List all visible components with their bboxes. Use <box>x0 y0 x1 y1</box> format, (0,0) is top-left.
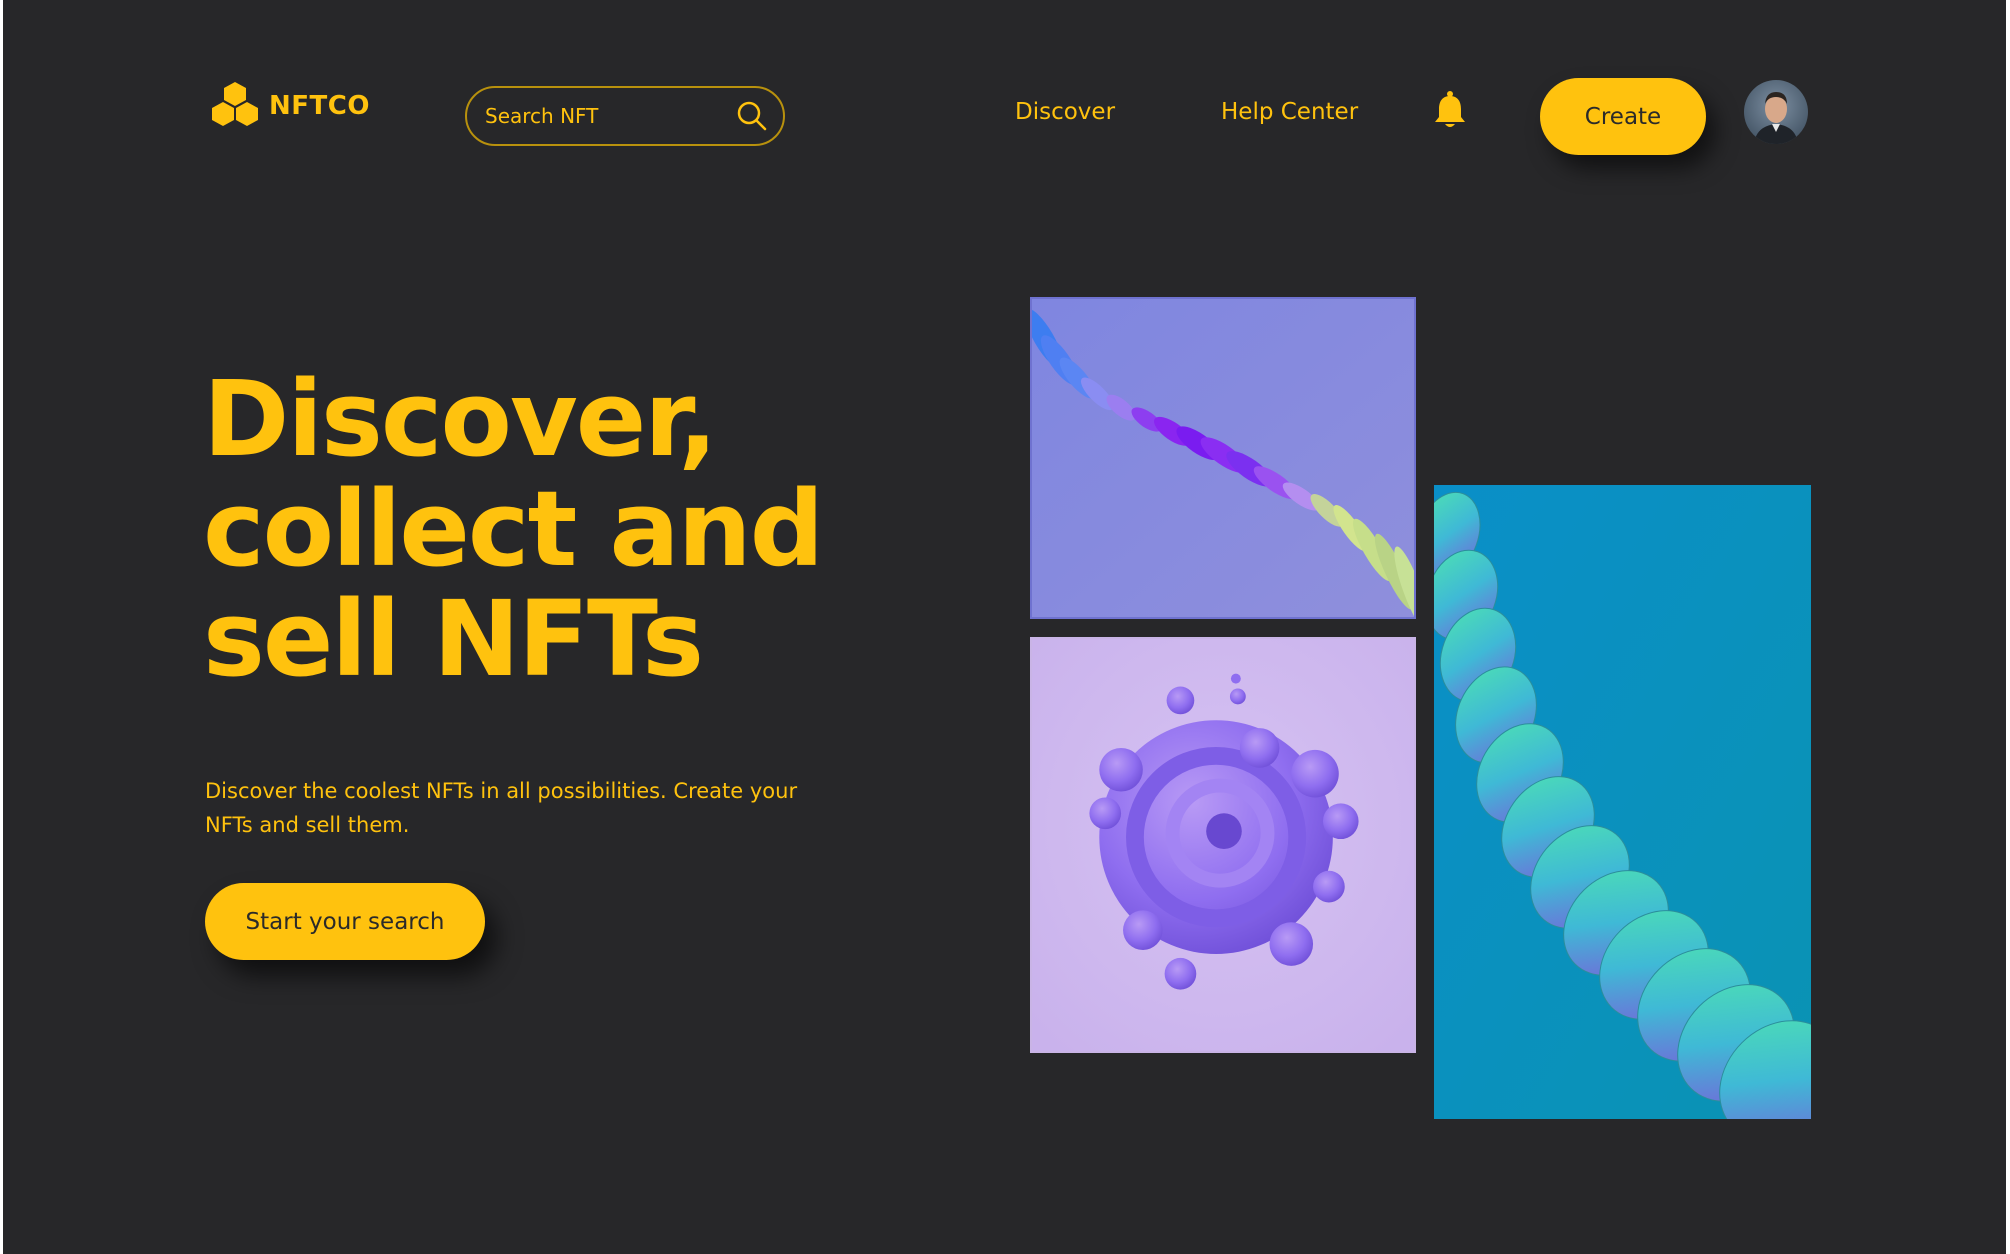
hero-description: Discover the coolest NFTs in all possibi… <box>205 779 798 837</box>
bell-icon[interactable] <box>1432 90 1468 130</box>
purple-spiral-ribbon-art[interactable] <box>1030 297 1416 619</box>
user-avatar[interactable] <box>1744 80 1808 144</box>
violet-bubble-swirl-art[interactable] <box>1030 637 1416 1053</box>
page: NFTCO Discover Help Center Create Discov… <box>3 0 2006 1254</box>
search-input[interactable] <box>485 104 735 128</box>
teal-wave-ribbon-art[interactable] <box>1434 485 1811 1119</box>
hero-title-line: sell NFTs <box>203 578 704 700</box>
purple-spiral-ribbon-image <box>1032 299 1414 617</box>
start-search-button[interactable]: Start your search <box>205 883 485 960</box>
search-icon[interactable] <box>735 99 769 133</box>
honeycomb-logo-icon <box>212 82 258 126</box>
search-bar[interactable] <box>465 86 785 146</box>
hero-title-line: Discover, <box>203 358 718 480</box>
create-button[interactable]: Create <box>1540 78 1706 155</box>
person-portrait-icon <box>1754 92 1798 144</box>
brand-logo[interactable]: NFTCO <box>207 78 370 134</box>
teal-wave-ribbon-image <box>1434 485 1811 1119</box>
hero-title-line: collect and <box>203 468 824 590</box>
hero-title: Discover, collect and sell NFTs <box>203 364 903 694</box>
nav-help-center-link[interactable]: Help Center <box>1221 99 1358 125</box>
violet-bubble-swirl-image <box>1032 639 1414 1051</box>
brand-name: NFTCO <box>269 91 370 121</box>
nav-discover-link[interactable]: Discover <box>1015 99 1115 125</box>
